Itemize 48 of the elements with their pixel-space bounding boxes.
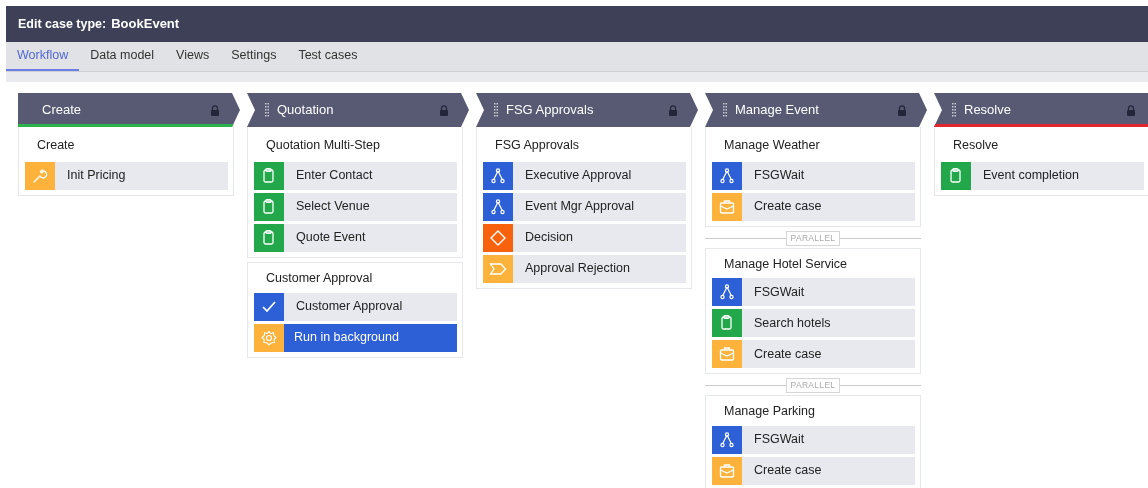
step-item[interactable]: Init Pricing — [25, 161, 228, 190]
step-item[interactable]: Event Mgr Approval — [483, 192, 686, 221]
stage-header[interactable]: FSG Approvals — [476, 93, 698, 127]
step-item[interactable]: Event completion — [941, 161, 1144, 190]
process-title: FSG Approvals — [494, 137, 581, 154]
title-label: Edit case type: — [18, 15, 107, 33]
step-item[interactable]: Search hotels — [712, 309, 915, 338]
drag-handle-icon[interactable] — [265, 103, 269, 117]
step-item[interactable]: Create case — [712, 456, 915, 485]
stage-header[interactable]: Quotation — [247, 93, 469, 127]
stage-name: Resolve — [964, 101, 1012, 120]
step-item[interactable]: Select Venue — [254, 192, 457, 221]
drag-handle-icon[interactable] — [723, 103, 727, 117]
step-item[interactable]: Customer Approval — [254, 292, 457, 321]
tab[interactable]: Data model — [79, 42, 166, 71]
parallel-label: PARALLEL — [785, 230, 841, 246]
tab[interactable]: Test cases — [287, 42, 369, 71]
step-item[interactable]: Approval Rejection — [483, 254, 686, 283]
stage-name: FSG Approvals — [506, 101, 595, 120]
step-item[interactable]: Run in background — [254, 323, 457, 352]
step-item[interactable]: FSGWait — [712, 161, 915, 190]
parallel-label: PARALLEL — [785, 378, 841, 393]
step-item[interactable]: Executive Approval — [483, 161, 686, 190]
process-title: Customer Approval — [265, 269, 374, 287]
step-item[interactable]: Enter Contact — [254, 161, 457, 190]
process-title: Quotation Multi-Step — [265, 137, 381, 154]
process-title: Manage Weather — [723, 137, 821, 154]
step-item[interactable]: Decision — [483, 223, 686, 252]
tab[interactable]: Settings — [220, 42, 288, 71]
drag-handle-icon[interactable] — [952, 103, 956, 117]
stage-name: Manage Event — [735, 101, 820, 120]
process-title: Manage Hotel Service — [723, 255, 848, 273]
step-item[interactable]: Quote Event — [254, 223, 457, 252]
drag-handle-icon[interactable] — [494, 103, 498, 117]
step-item[interactable]: FSGWait — [712, 425, 915, 454]
step-item[interactable]: Create case — [712, 192, 915, 221]
step-item[interactable]: Create case — [712, 340, 915, 369]
tab[interactable]: Views — [165, 42, 221, 71]
stage-header[interactable]: Manage Event — [705, 93, 927, 127]
stage-header[interactable]: Create — [18, 93, 240, 127]
stage-name: Create — [42, 101, 83, 120]
step-item[interactable]: FSGWait — [712, 278, 915, 307]
stage-header[interactable]: Resolve — [934, 93, 1148, 127]
process-title: Create — [36, 137, 76, 154]
process-title: Manage Parking — [723, 403, 817, 420]
process-title: Resolve — [952, 137, 1000, 154]
window-title: BookEvent — [111, 15, 180, 34]
stage-name: Quotation — [277, 101, 335, 120]
